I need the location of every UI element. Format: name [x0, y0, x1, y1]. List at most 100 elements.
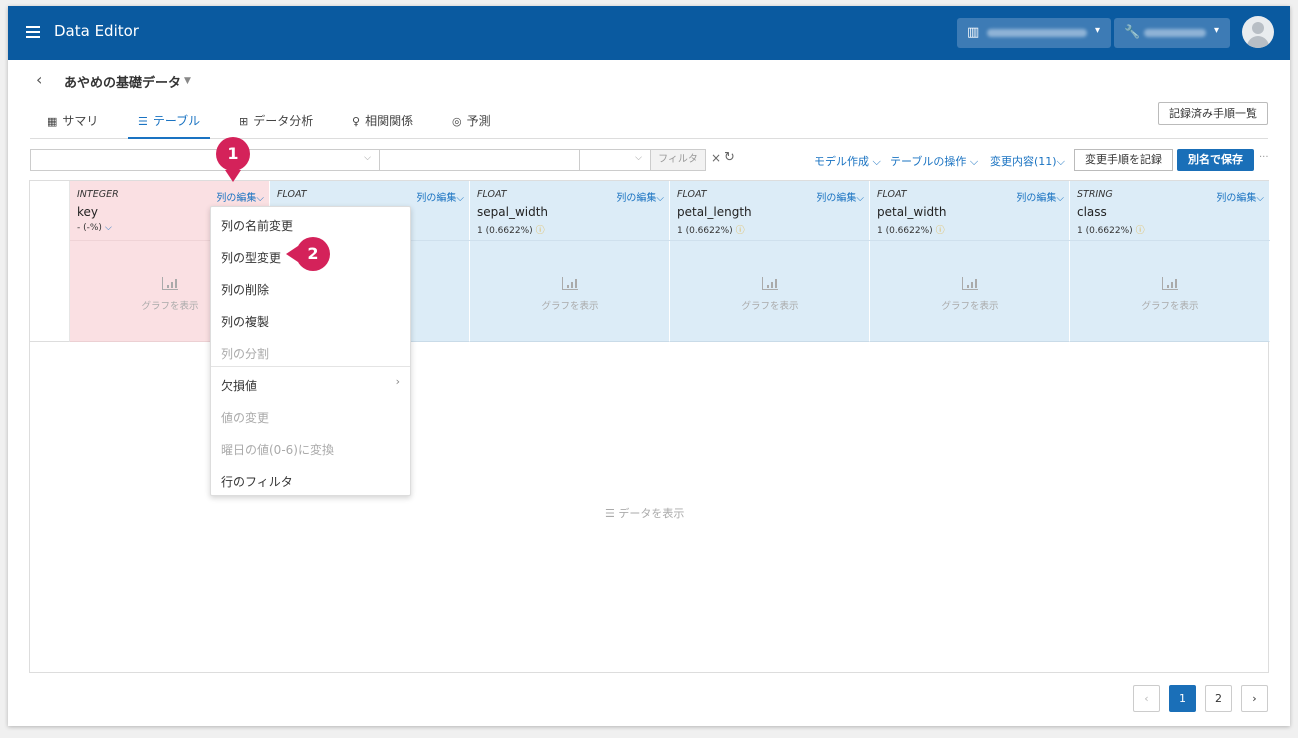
- filter-button[interactable]: フィルタ: [650, 149, 706, 171]
- column-header: FLOAT petal_width 1 (0.6622%) ⓘ 列の編集⌵: [870, 181, 1070, 241]
- bar-chart-icon[interactable]: [162, 277, 178, 290]
- column-missing-stat: 1 (0.6622%) ⓘ: [1077, 223, 1145, 236]
- column-header: FLOAT sepal_width 1 (0.6622%) ⓘ 列の編集⌵: [470, 181, 670, 241]
- info-icon[interactable]: ⓘ: [736, 226, 745, 236]
- prev-page-button[interactable]: ‹: [1133, 685, 1160, 712]
- tab-table[interactable]: ☰ テーブル: [128, 112, 211, 139]
- bar-chart-icon[interactable]: [962, 277, 978, 290]
- column-type: FLOAT: [277, 189, 307, 200]
- model-create-menu[interactable]: モデル作成 ⌵: [814, 153, 881, 169]
- info-icon[interactable]: ⓘ: [1136, 226, 1145, 236]
- chart-search-icon: ◎: [452, 115, 462, 128]
- save-as-button[interactable]: 別名で保存: [1177, 149, 1254, 171]
- column-type: INTEGER: [77, 189, 119, 200]
- tab-label: データ分析: [253, 114, 314, 128]
- hamburger-menu-icon[interactable]: [26, 26, 40, 38]
- app-window: Data Editor ▥ ▾ 🔧 ▾ ‹ あやめの基礎データ ▼ ▦ サマリ ☰…: [8, 6, 1290, 726]
- column-header: STRING class 1 (0.6622%) ⓘ 列の編集⌵: [1070, 181, 1270, 241]
- show-data-link[interactable]: ☰ データを表示: [605, 505, 684, 521]
- menu-item-change-column-type[interactable]: 列の型変更: [221, 249, 281, 266]
- grid-icon: ▦: [47, 115, 58, 128]
- menu-item-filter-rows[interactable]: 行のフィルタ: [221, 473, 293, 490]
- column-edit-menu[interactable]: 列の編集⌵: [616, 189, 664, 204]
- next-page-button[interactable]: ›: [1241, 685, 1268, 712]
- column-edit-menu[interactable]: 列の編集⌵: [1216, 189, 1264, 204]
- chevron-right-icon: ›: [395, 375, 400, 388]
- record-steps-button[interactable]: 変更手順を記録: [1074, 149, 1173, 171]
- missing-count: 1 (0.6622%): [677, 226, 733, 236]
- menu-item-convert-weekday: 曜日の値(0-6)に変換: [221, 443, 334, 457]
- page-2-button[interactable]: 2: [1205, 685, 1232, 712]
- column-edit-menu[interactable]: 列の編集⌵: [816, 189, 864, 204]
- column-edit-label: 列の編集: [216, 193, 257, 204]
- refresh-icon[interactable]: ↻: [724, 150, 735, 165]
- chevron-down-icon: ⌵: [364, 153, 371, 163]
- column-name: class: [1077, 205, 1107, 219]
- column-edit-label: 列の編集: [1016, 193, 1057, 204]
- tab-correlation[interactable]: ♀ 相関関係: [352, 112, 413, 139]
- callout-step-2: 2: [296, 237, 330, 271]
- row-header: [30, 181, 70, 342]
- menu-item-split-column: 列の分割: [221, 347, 270, 361]
- missing-count: 1 (0.6622%): [877, 226, 933, 236]
- menu-item-rename-column[interactable]: 列の名前変更: [221, 217, 293, 234]
- model-create-label: モデル作成: [814, 155, 869, 168]
- column-edit-menu[interactable]: 列の編集⌵: [416, 189, 464, 204]
- menu-item-missing-values[interactable]: 欠損値: [221, 377, 257, 394]
- column-select[interactable]: ⌵: [30, 149, 380, 171]
- show-graph-link[interactable]: グラフを表示: [1070, 298, 1270, 312]
- list-icon: ☰: [605, 507, 619, 520]
- info-icon[interactable]: ⓘ: [536, 226, 545, 236]
- plus-square-icon: ⊞: [239, 115, 249, 128]
- back-arrow-icon[interactable]: ‹: [36, 70, 42, 89]
- column-edit-label: 列の編集: [616, 193, 657, 204]
- chevron-down-icon: ▾: [1214, 25, 1220, 36]
- callout-pointer: [225, 170, 241, 182]
- project-selector[interactable]: 🔧 ▾: [1114, 18, 1230, 48]
- tab-bar: ▦ サマリ ☰ テーブル ⊞ データ分析 ♀ 相関関係 ◎ 予測: [30, 104, 1268, 139]
- more-options-icon[interactable]: ···: [1259, 152, 1269, 163]
- show-graph-link[interactable]: グラフを表示: [470, 298, 670, 312]
- tab-summary[interactable]: ▦ サマリ: [47, 112, 98, 139]
- clear-filter-icon[interactable]: ×: [711, 151, 721, 165]
- condition-input[interactable]: [379, 149, 580, 171]
- column-petal-width: FLOAT petal_width 1 (0.6622%) ⓘ 列の編集⌵ グラフ…: [870, 181, 1070, 342]
- changes-menu[interactable]: 変更内容(11)⌵: [990, 153, 1065, 169]
- dataset-title[interactable]: あやめの基礎データ: [64, 72, 181, 91]
- tab-data-analysis[interactable]: ⊞ データ分析: [239, 112, 313, 139]
- operator-select[interactable]: ⌵: [579, 149, 651, 171]
- column-edit-menu[interactable]: 列の編集⌵: [216, 189, 264, 204]
- column-type: FLOAT: [477, 189, 507, 200]
- show-graph-link[interactable]: グラフを表示: [670, 298, 870, 312]
- tab-prediction[interactable]: ◎ 予測: [452, 112, 491, 139]
- column-name: sepal_width: [477, 205, 549, 219]
- column-missing-stat: 1 (0.6622%) ⓘ: [477, 223, 545, 236]
- building-icon: ▥: [967, 25, 980, 40]
- chevron-down-icon: ⌵: [635, 153, 642, 163]
- menu-item-duplicate-column[interactable]: 列の複製: [221, 313, 269, 330]
- column-edit-menu[interactable]: 列の編集⌵: [1016, 189, 1064, 204]
- show-graph-link[interactable]: グラフを表示: [870, 298, 1070, 312]
- table-operations-label: テーブルの操作: [890, 155, 967, 168]
- bar-chart-icon[interactable]: [762, 277, 778, 290]
- caret-down-icon[interactable]: ▼: [184, 76, 191, 86]
- column-missing-stat: 1 (0.6622%) ⓘ: [877, 223, 945, 236]
- info-icon[interactable]: ⓘ: [936, 226, 945, 236]
- tab-label: 相関関係: [365, 114, 414, 128]
- user-avatar[interactable]: [1242, 16, 1274, 48]
- recorded-steps-button[interactable]: 記録済み手順一覧: [1158, 102, 1268, 125]
- menu-item-delete-column[interactable]: 列の削除: [221, 281, 269, 298]
- missing-count: - (-%): [77, 223, 102, 233]
- tab-label: サマリ: [62, 114, 99, 128]
- column-name: petal_width: [877, 205, 947, 219]
- bar-chart-icon[interactable]: [1162, 277, 1178, 290]
- chevron-down-icon: ▾: [1095, 25, 1101, 36]
- column-edit-label: 列の編集: [1216, 193, 1257, 204]
- bar-chart-icon[interactable]: [562, 277, 578, 290]
- table-operations-menu[interactable]: テーブルの操作 ⌵: [890, 153, 978, 169]
- page-1-button[interactable]: 1: [1169, 685, 1196, 712]
- chevron-down-icon[interactable]: ⌵: [105, 223, 112, 233]
- menu-divider: [211, 366, 410, 367]
- organization-selector[interactable]: ▥ ▾: [957, 18, 1111, 48]
- column-type: FLOAT: [877, 189, 907, 200]
